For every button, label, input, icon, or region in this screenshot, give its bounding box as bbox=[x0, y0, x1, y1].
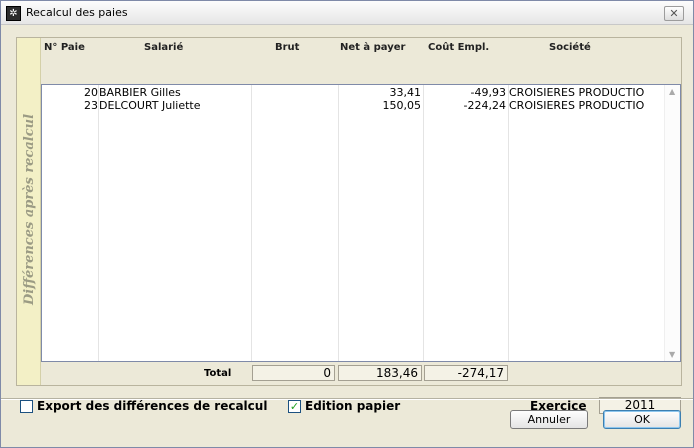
edition-label: Edition papier bbox=[305, 399, 401, 413]
column-header-cout-empl[interactable]: Coût Empl. bbox=[428, 42, 489, 53]
cell-net-a-payer: 150,05 bbox=[382, 99, 422, 112]
column-header-societe[interactable]: Société bbox=[549, 42, 591, 53]
column-divider bbox=[508, 85, 509, 361]
column-header-num-paie[interactable]: N° Paie bbox=[44, 42, 85, 53]
scroll-down-icon[interactable]: ▼ bbox=[669, 350, 675, 359]
export-label: Export des différences de recalcul bbox=[37, 399, 268, 413]
column-divider bbox=[98, 85, 99, 361]
dialog-content: Différences après recalcul N° Paie Salar… bbox=[1, 26, 693, 414]
edition-option[interactable]: ✓ Edition papier bbox=[288, 398, 400, 414]
cell-salarie: BARBIER Gilles bbox=[99, 86, 181, 99]
total-net-a-payer: 183,46 bbox=[338, 365, 422, 381]
title-bar: ✲ Recalcul des paies ✕ bbox=[1, 1, 693, 25]
cell-brut bbox=[252, 99, 336, 112]
table-row[interactable]: 20 BARBIER Gilles 33,41 -49,93 CROISIERE… bbox=[42, 86, 665, 99]
total-label: Total bbox=[204, 368, 232, 379]
cell-cout-empl: -49,93 bbox=[470, 86, 506, 99]
cell-num-paie: 20 bbox=[84, 86, 98, 99]
cell-net-a-payer: 33,41 bbox=[389, 86, 422, 99]
cell-cout-empl: -224,24 bbox=[463, 99, 506, 112]
column-header-brut[interactable]: Brut bbox=[275, 42, 299, 53]
cell-brut bbox=[252, 86, 336, 99]
cell-societe: CROISIERES PRODUCTIO bbox=[509, 86, 645, 99]
window: ✲ Recalcul des paies ✕ Différences après… bbox=[0, 0, 694, 448]
group-tab: Différences après recalcul bbox=[17, 38, 41, 385]
column-divider bbox=[338, 85, 339, 361]
separator bbox=[1, 398, 693, 400]
table-row[interactable]: 23 DELCOURT Juliette 150,05 -224,24 CROI… bbox=[42, 99, 665, 112]
column-header-net-a-payer[interactable]: Net à payer bbox=[340, 42, 405, 53]
export-option[interactable]: Export des différences de recalcul bbox=[20, 398, 267, 414]
close-button[interactable]: ✕ bbox=[664, 6, 684, 21]
edition-checkbox[interactable]: ✓ bbox=[288, 399, 301, 413]
differences-table[interactable]: 20 BARBIER Gilles 33,41 -49,93 CROISIERE… bbox=[41, 84, 681, 362]
total-cout-empl: -274,17 bbox=[424, 365, 508, 381]
cell-salarie: DELCOURT Juliette bbox=[99, 99, 201, 112]
group-label: Différences après recalcul bbox=[22, 113, 37, 305]
vertical-scrollbar[interactable]: ▲ ▼ bbox=[664, 85, 680, 361]
column-header-salarie[interactable]: Salarié bbox=[144, 42, 183, 53]
app-icon: ✲ bbox=[6, 6, 21, 21]
cancel-button[interactable]: Annuler bbox=[510, 410, 588, 429]
ok-button[interactable]: OK bbox=[603, 410, 681, 429]
column-divider bbox=[423, 85, 424, 361]
total-brut: 0 bbox=[252, 365, 335, 381]
column-divider bbox=[251, 85, 252, 361]
cell-num-paie: 23 bbox=[84, 99, 98, 112]
export-checkbox[interactable] bbox=[20, 399, 33, 413]
window-title: Recalcul des paies bbox=[26, 6, 128, 19]
cell-societe: CROISIERES PRODUCTIO bbox=[509, 99, 645, 112]
scroll-up-icon[interactable]: ▲ bbox=[669, 87, 675, 96]
